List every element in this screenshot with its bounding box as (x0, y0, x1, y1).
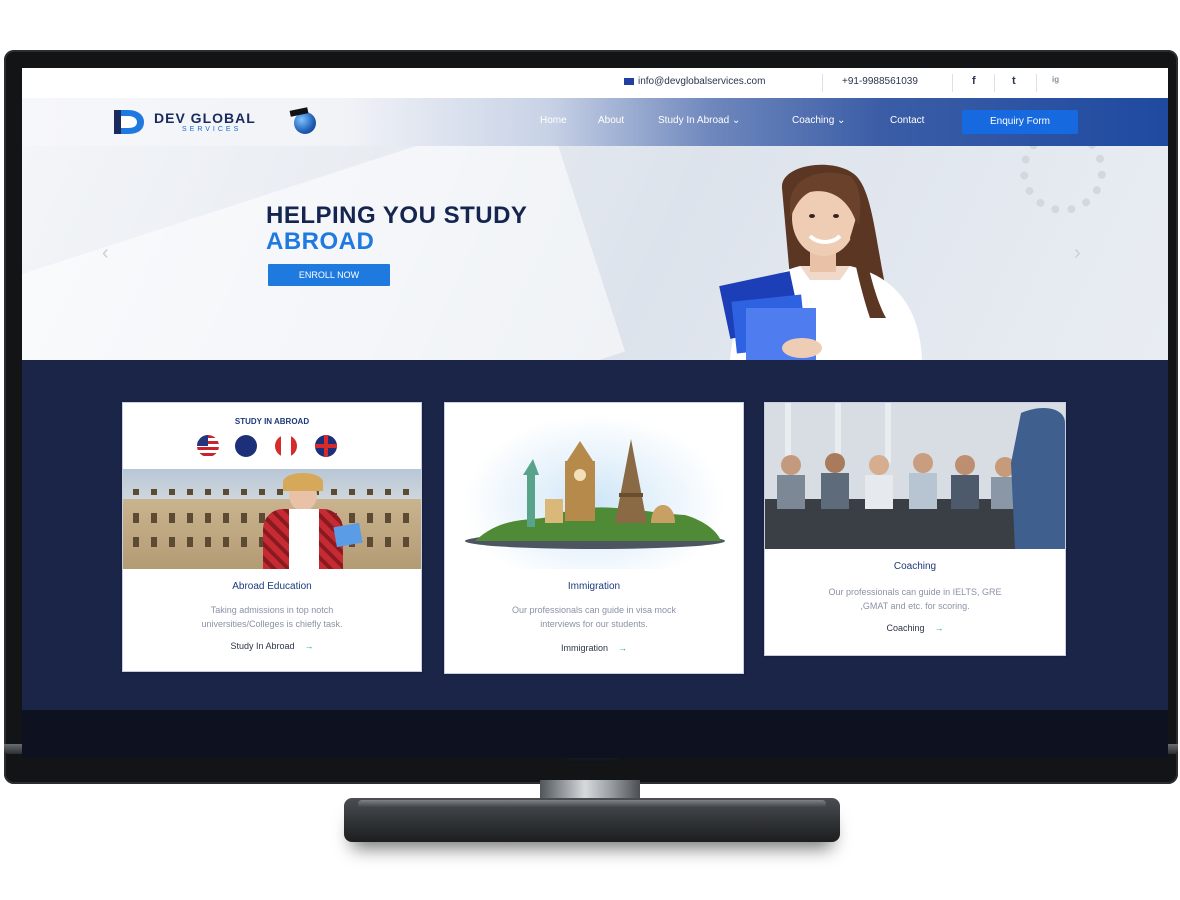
divider (952, 74, 953, 92)
nav-about[interactable]: About (598, 115, 624, 126)
nav-study-in-abroad[interactable]: Study In Abroad ⌄ (658, 115, 740, 126)
nav-home[interactable]: Home (540, 115, 567, 126)
logo-d-icon (114, 110, 144, 134)
logo-title: DEV GLOBAL (154, 110, 256, 126)
usa-flag-canton (197, 435, 208, 446)
student-photo (719, 164, 922, 360)
classroom-photo (765, 403, 1065, 549)
building-windows (133, 489, 411, 495)
slider-prev-arrow[interactable]: ‹ (102, 242, 109, 265)
instagram-icon[interactable]: ig (1052, 75, 1059, 84)
divider (1036, 74, 1037, 92)
main-navbar: DEV GLOBAL SERVICES Home About Study In … (22, 98, 1168, 146)
email-link[interactable]: info@devglobalservices.com (624, 76, 765, 87)
enquiry-form-button[interactable]: Enquiry Form (962, 110, 1078, 134)
student-hair (283, 473, 323, 491)
services-section: STUDY IN ABROAD Abroad Education Taking … (22, 360, 1168, 710)
divider (822, 74, 823, 92)
logo-subtitle: SERVICES (182, 126, 242, 133)
card-description-line2: interviews for our students. (540, 619, 648, 629)
twitter-icon[interactable]: t (1012, 75, 1016, 87)
student-shirt (289, 509, 319, 569)
logo[interactable]: DEV GLOBAL SERVICES (112, 107, 332, 138)
coaching-image (765, 403, 1065, 549)
envelope-icon (624, 78, 634, 85)
hero-slider: ‹ › HELPING YOU STUDY ABROAD ENROLL NOW (22, 146, 1168, 360)
card-description-line1: Our professionals can guide in visa mock (511, 605, 677, 615)
card-title: Coaching (893, 561, 937, 572)
slider-next-arrow[interactable]: › (1074, 242, 1081, 265)
uk-flag-cross-h (315, 444, 337, 448)
facebook-icon[interactable]: f (972, 75, 976, 87)
card-title: Abroad Education (232, 581, 312, 592)
arrow-right-icon: → (304, 641, 314, 651)
landmarks-illustration (465, 439, 725, 549)
card-link-coaching[interactable]: Coaching → (765, 623, 1065, 633)
footer-strip (22, 710, 1168, 758)
card-description-line2: universities/Colleges is chiefly task. (201, 619, 343, 629)
card-title: Immigration (567, 581, 621, 592)
card-link-immigration[interactable]: Immigration → (445, 643, 743, 653)
hero-headline-line2: ABROAD (266, 228, 375, 255)
top-info-bar: info@devglobalservices.com +91-998856103… (22, 68, 1168, 99)
immigration-image (445, 403, 743, 569)
abroad-education-image: STUDY IN ABROAD (123, 403, 421, 569)
phone-link[interactable]: +91-9988561039 (842, 76, 918, 87)
enroll-now-button[interactable]: ENROLL NOW (268, 264, 390, 286)
australia-flag-icon (235, 435, 257, 457)
card-description-line2: ,GMAT and etc. for scoring. (860, 601, 970, 611)
card-description-line1: Our professionals can guide in IELTS, GR… (828, 587, 1002, 597)
monitor-stand-base-top (358, 800, 826, 808)
divider (994, 74, 995, 92)
card-description-line1: Taking admissions in top notch (210, 605, 334, 615)
service-card-abroad-education[interactable]: STUDY IN ABROAD Abroad Education Taking … (122, 402, 422, 672)
service-card-immigration[interactable]: Immigration Our professionals can guide … (444, 402, 744, 674)
website-screen: info@devglobalservices.com +91-998856103… (22, 68, 1168, 758)
nav-contact[interactable]: Contact (890, 115, 924, 126)
nav-coaching[interactable]: Coaching ⌄ (792, 115, 845, 126)
canada-flag-icon (275, 435, 297, 457)
arrow-right-icon: → (934, 623, 944, 633)
image-caption: STUDY IN ABROAD (234, 417, 310, 426)
service-card-coaching[interactable]: Coaching Our professionals can guide in … (764, 402, 1066, 656)
decorative-ring (1020, 146, 1106, 214)
arrow-right-icon: → (618, 643, 627, 653)
card-link-study-in-abroad[interactable]: Study In Abroad → (123, 641, 421, 651)
hero-headline-line1: HELPING YOU STUDY (266, 202, 528, 229)
